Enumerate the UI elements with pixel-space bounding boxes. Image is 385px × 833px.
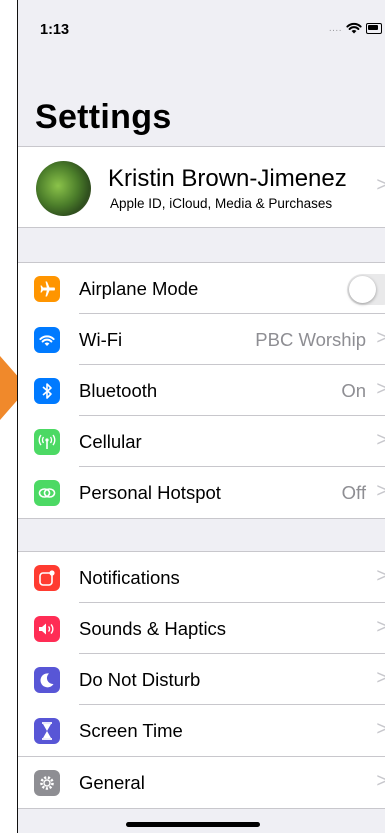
row-label: Notifications [79, 567, 180, 588]
chevron-right-icon: > [376, 378, 385, 401]
row-sounds-haptics[interactable]: Sounds & Haptics > [18, 603, 385, 654]
antenna-icon [34, 429, 60, 455]
toggle-knob [349, 276, 376, 303]
speaker-icon [34, 616, 60, 642]
chevron-right-icon: > [376, 327, 385, 350]
bluetooth-status-value: On [341, 380, 366, 401]
signal-icon: .... [328, 22, 342, 34]
apple-id-row[interactable]: Kristin Brown-Jimenez Apple ID, iCloud, … [18, 146, 385, 228]
airplane-icon [34, 276, 60, 302]
general-group: General > [18, 756, 385, 809]
chevron-right-icon: > [376, 429, 385, 452]
row-label: Do Not Disturb [79, 669, 201, 690]
connectivity-group: Airplane Mode Wi-Fi PBC Worship > Blueto… [18, 262, 385, 519]
status-time: 1:13 [40, 22, 70, 38]
airplane-mode-toggle[interactable] [347, 274, 385, 305]
notifications-group: Notifications > Sounds & Haptics > Do No… [18, 551, 385, 757]
wifi-network-value: PBC Worship [255, 329, 366, 350]
row-label: Bluetooth [79, 380, 158, 401]
page-title: Settings [35, 98, 172, 136]
wifi-icon [34, 327, 60, 353]
avatar [36, 161, 91, 216]
row-label: Screen Time [79, 720, 183, 741]
chevron-right-icon: > [376, 667, 385, 690]
hotspot-status-value: Off [341, 482, 366, 503]
chevron-right-icon: > [376, 718, 385, 741]
notifications-icon [34, 565, 60, 591]
hotspot-icon [34, 480, 60, 506]
chevron-right-icon: > [376, 770, 385, 793]
row-cellular[interactable]: Cellular > [18, 416, 385, 467]
status-icons: .... [329, 22, 382, 34]
row-bluetooth[interactable]: Bluetooth On > [18, 365, 385, 416]
profile-subtitle: Apple ID, iCloud, Media & Purchases [110, 196, 333, 211]
hourglass-icon [34, 718, 60, 744]
status-bar: 1:13 .... [18, 0, 385, 60]
wifi-icon [346, 22, 362, 34]
chevron-right-icon: > [376, 480, 385, 503]
gear-icon [34, 770, 60, 796]
settings-screen: 1:13 .... Settings Kristin Brown-Jimenez… [17, 0, 385, 833]
row-label: Sounds & Haptics [79, 618, 227, 639]
row-label: General [79, 772, 145, 793]
row-wifi[interactable]: Wi-Fi PBC Worship > [18, 314, 385, 365]
row-general[interactable]: General > [18, 757, 385, 808]
battery-icon [366, 22, 382, 34]
bluetooth-icon [34, 378, 60, 404]
row-personal-hotspot[interactable]: Personal Hotspot Off > [18, 467, 385, 518]
row-label: Cellular [79, 431, 142, 452]
row-airplane-mode[interactable]: Airplane Mode [18, 263, 385, 314]
row-screen-time[interactable]: Screen Time > [18, 705, 385, 756]
row-label: Airplane Mode [79, 278, 199, 299]
chevron-right-icon: > [376, 616, 385, 639]
moon-icon [34, 667, 60, 693]
profile-name: Kristin Brown-Jimenez [108, 165, 347, 192]
row-notifications[interactable]: Notifications > [18, 552, 385, 603]
home-indicator[interactable] [126, 822, 260, 827]
chevron-right-icon: > [376, 174, 385, 197]
row-label: Wi-Fi [79, 329, 123, 350]
chevron-right-icon: > [376, 565, 385, 588]
row-do-not-disturb[interactable]: Do Not Disturb > [18, 654, 385, 705]
row-label: Personal Hotspot [79, 482, 221, 503]
